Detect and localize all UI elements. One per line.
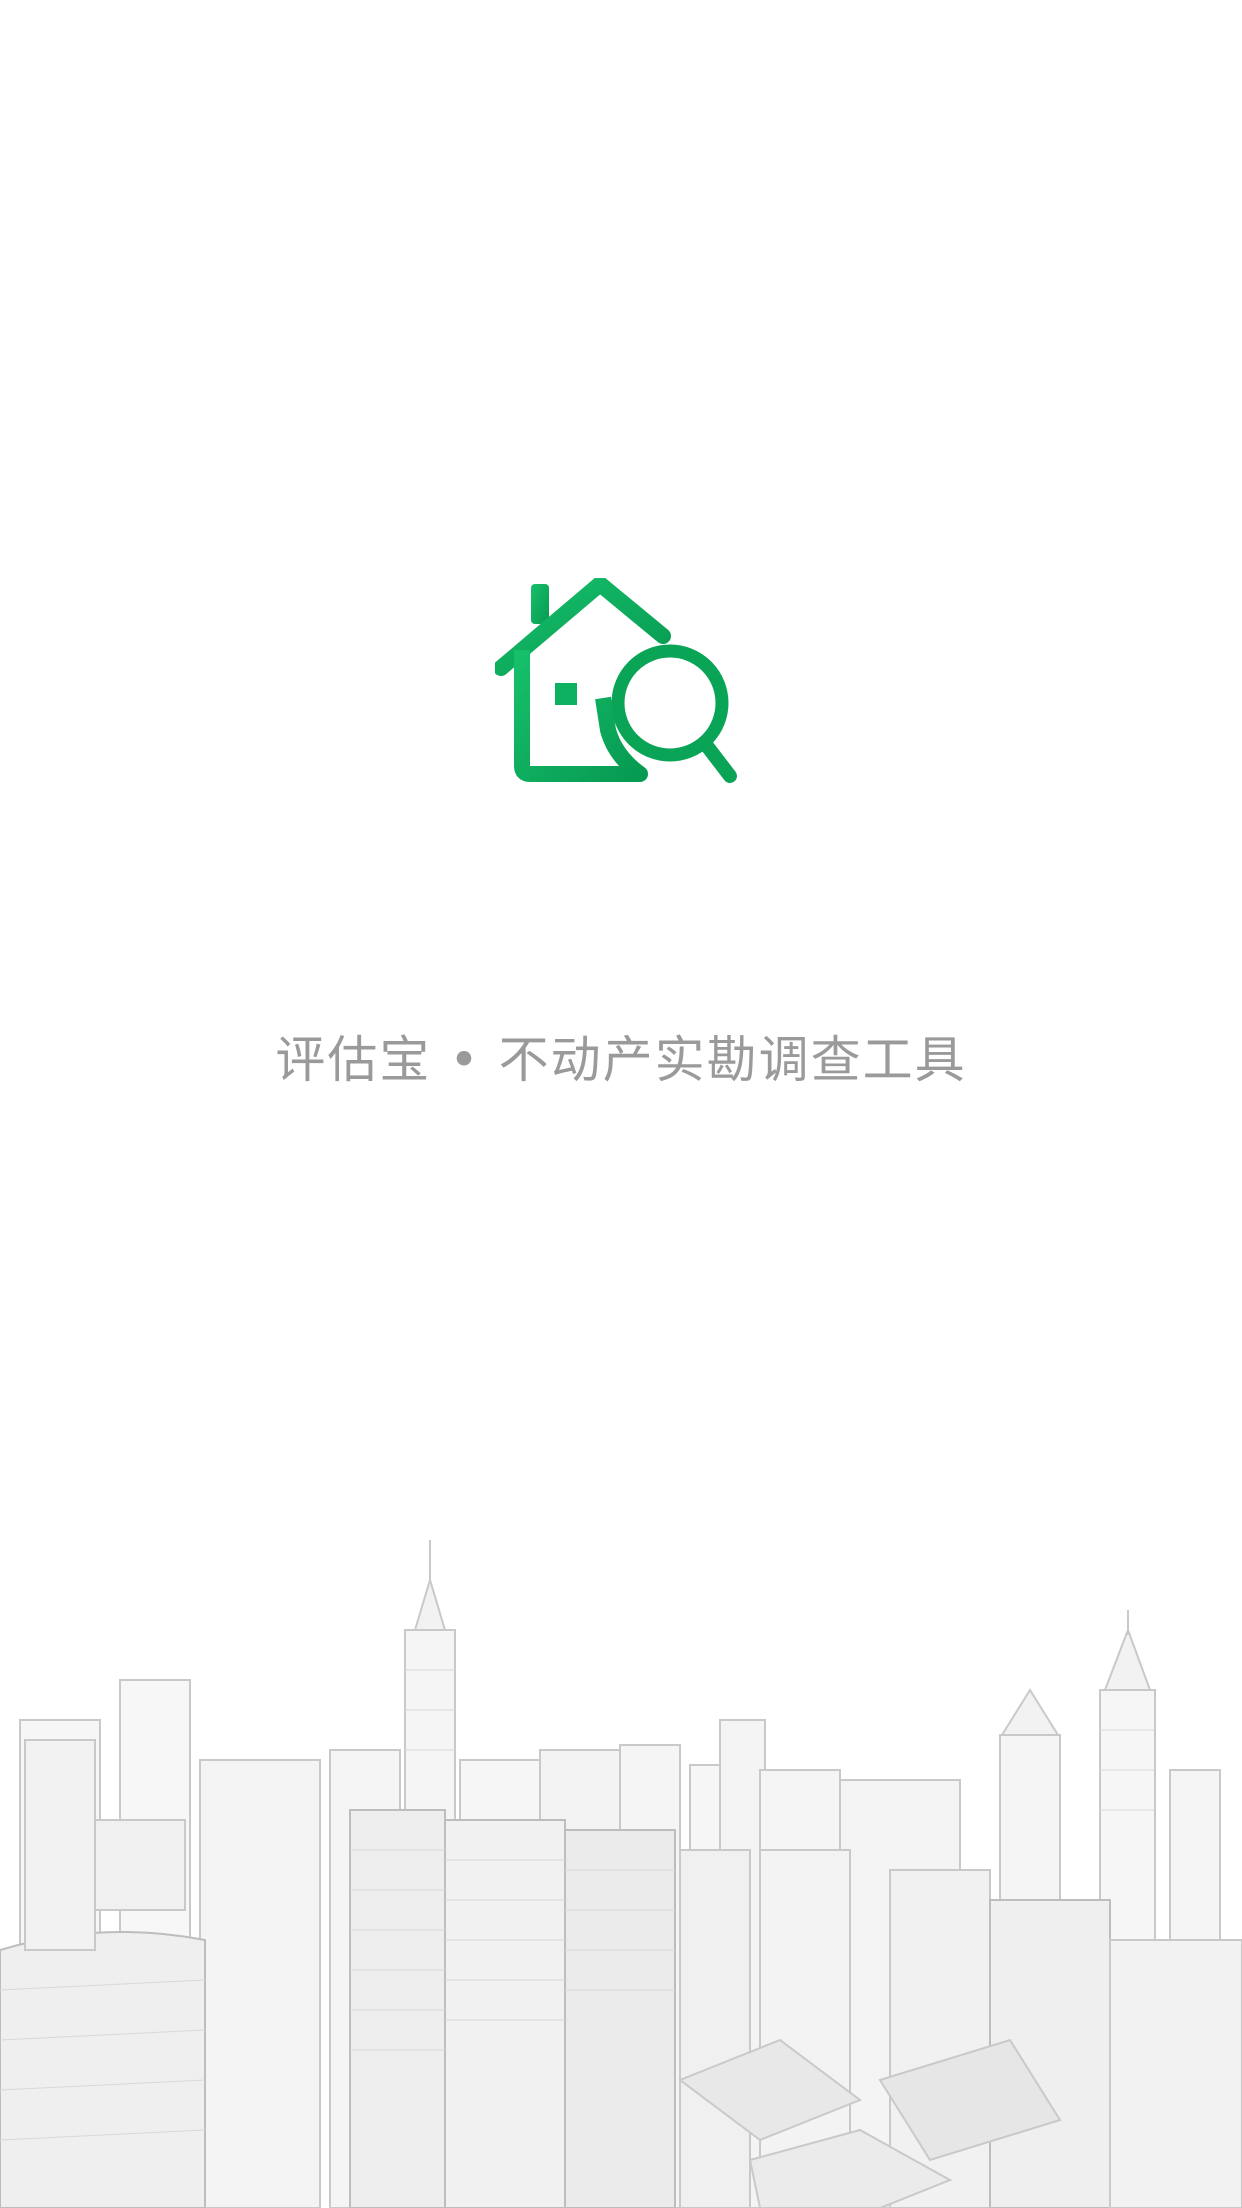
city-skyline-illustration xyxy=(0,1520,1242,2208)
splash-screen: 评估宝 • 不动产实勘调查工具 xyxy=(0,0,1242,2208)
app-tagline: 评估宝 • 不动产实勘调查工具 xyxy=(275,1031,967,1089)
house-magnifier-icon xyxy=(495,578,740,788)
